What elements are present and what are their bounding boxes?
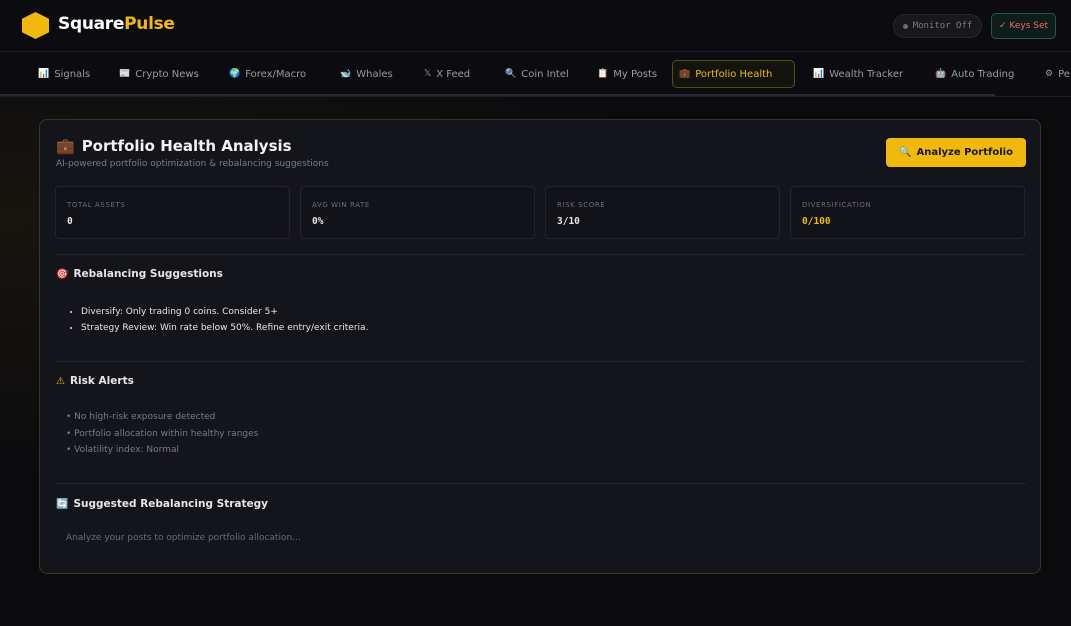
monitor-status-dot-icon xyxy=(902,23,908,29)
stat-risk-score: RISK SCORE 3/10 xyxy=(545,186,780,239)
warning-icon: ⚠ xyxy=(56,375,65,387)
tab-label: Crypto News xyxy=(135,68,199,80)
keys-status-button[interactable]: ✓ Keys Set xyxy=(991,13,1056,39)
stat-value: 0 xyxy=(67,216,73,227)
target-icon: 🎯 xyxy=(56,268,69,280)
nav-tabs: 📊 Signals 📰 Crypto News 🌍 Forex/Macro 🐋 … xyxy=(0,52,1071,97)
stat-total-assets: TOTAL ASSETS 0 xyxy=(55,186,290,239)
globe-icon: 🌍 xyxy=(229,69,241,79)
refresh-icon: 🔄 xyxy=(56,498,69,510)
briefcase-icon: 💼 xyxy=(56,137,75,155)
tab-x-feed[interactable]: 𝕏 X Feed xyxy=(418,60,476,88)
tab-whales[interactable]: 🐋 Whales xyxy=(334,60,399,88)
page-subtitle: AI-powered portfolio optimization & reba… xyxy=(56,159,329,169)
tab-label: Signals xyxy=(54,68,91,80)
list-item: • Volatility index: Normal xyxy=(66,445,179,455)
magnifier-icon: 🔍 xyxy=(899,147,912,158)
robot-icon: 🤖 xyxy=(935,69,947,79)
tab-wealth-tracker[interactable]: 📊 Wealth Tracker xyxy=(807,60,909,88)
tab-forex-macro[interactable]: 🌍 Forex/Macro xyxy=(223,60,312,88)
section-title-text: Risk Alerts xyxy=(69,375,134,387)
top-bar: SquarePulse Monitor Off ✓ Keys Set xyxy=(0,0,1071,52)
nav-scroll-track[interactable] xyxy=(0,94,995,96)
whale-icon: 🐋 xyxy=(340,69,352,79)
tab-label: Portfolio Health xyxy=(695,68,773,80)
magnifier-icon: 🔍 xyxy=(505,69,517,79)
stat-value: 0/100 xyxy=(802,216,831,227)
risk-alerts-heading: ⚠ Risk Alerts xyxy=(56,375,134,387)
brand-name-part1: Square xyxy=(58,14,125,34)
briefcase-icon: 💼 xyxy=(679,69,691,79)
analyze-portfolio-label: Analyze Portfolio xyxy=(916,147,1013,158)
tab-signals[interactable]: 📊 Signals xyxy=(32,60,96,88)
stat-label: TOTAL ASSETS xyxy=(67,201,126,209)
rebalancing-strategy-heading: 🔄 Suggested Rebalancing Strategy xyxy=(56,498,268,510)
page-title: 💼 Portfolio Health Analysis xyxy=(56,137,292,155)
stat-label: RISK SCORE xyxy=(557,201,606,209)
keys-label: ✓ Keys Set xyxy=(998,21,1049,31)
tab-label: X Feed xyxy=(436,68,471,80)
stat-value: 3/10 xyxy=(557,216,580,227)
chart-icon: 📊 xyxy=(813,69,825,79)
suggestion-text: Win rate below 50%. Refine entry/exit cr… xyxy=(157,323,369,333)
tab-partial[interactable]: ⚙ Pe xyxy=(1039,60,1071,88)
suggestion-bold: Diversify: xyxy=(81,307,123,317)
stat-diversification: DIVERSIFICATION 0/100 xyxy=(790,186,1025,239)
suggestion-text: Only trading 0 coins. Consider 5+ xyxy=(122,307,278,317)
chart-icon: 📊 xyxy=(38,69,50,79)
tab-auto-trading[interactable]: 🤖 Auto Trading xyxy=(929,60,1020,88)
tab-portfolio-health[interactable]: 💼 Portfolio Health xyxy=(672,60,795,88)
analyze-portfolio-button[interactable]: 🔍 Analyze Portfolio xyxy=(886,138,1026,167)
tab-my-posts[interactable]: 📋 My Posts xyxy=(591,60,663,88)
clipboard-icon: 📋 xyxy=(597,69,609,79)
stat-label: DIVERSIFICATION xyxy=(802,201,872,209)
tab-label: Whales xyxy=(356,68,393,80)
section-title-text: Suggested Rebalancing Strategy xyxy=(73,498,268,510)
tab-crypto-news[interactable]: 📰 Crypto News xyxy=(113,60,205,88)
portfolio-health-card: 💼 Portfolio Health Analysis AI-powered p… xyxy=(39,119,1041,574)
list-item: • Portfolio allocation within healthy ra… xyxy=(66,428,259,439)
newspaper-icon: 📰 xyxy=(119,69,131,79)
strategy-placeholder: Analyze your posts to optimize portfolio… xyxy=(66,533,301,543)
monitor-label: Monitor Off xyxy=(912,21,973,31)
tab-label: My Posts xyxy=(613,68,658,80)
stat-label: AVG WIN RATE xyxy=(312,201,370,209)
logo-hexagon-icon xyxy=(22,12,49,39)
divider xyxy=(56,361,1026,362)
monitor-toggle[interactable]: Monitor Off xyxy=(893,14,982,38)
tab-label: Forex/Macro xyxy=(245,68,307,80)
risk-alerts-list: • No high-risk exposure detected • Portf… xyxy=(66,409,258,459)
page-title-text: Portfolio Health Analysis xyxy=(81,137,292,155)
list-item: Diversify: Only trading 0 coins. Conside… xyxy=(81,304,368,320)
stat-value: 0% xyxy=(312,216,324,227)
list-item: • No high-risk exposure detected xyxy=(66,412,216,422)
suggestion-bold: Strategy Review: xyxy=(81,323,158,333)
tab-label: Wealth Tracker xyxy=(829,68,904,80)
tab-label: Pe xyxy=(1058,68,1070,80)
stat-avg-win-rate: AVG WIN RATE 0% xyxy=(300,186,535,239)
brand-name-part2: Pulse xyxy=(124,14,175,34)
tab-coin-intel[interactable]: 🔍 Coin Intel xyxy=(499,60,575,88)
tab-label: Auto Trading xyxy=(951,68,1015,80)
divider xyxy=(56,254,1026,255)
tab-label: Coin Intel xyxy=(521,68,569,80)
list-item: Strategy Review: Win rate below 50%. Ref… xyxy=(81,320,368,336)
rebalancing-suggestions-heading: 🎯 Rebalancing Suggestions xyxy=(56,268,223,280)
brand-name: SquarePulse xyxy=(58,14,175,34)
gear-icon: ⚙ xyxy=(1045,69,1054,79)
x-logo-icon: 𝕏 xyxy=(424,69,432,79)
divider xyxy=(56,483,1026,484)
rebalancing-suggestions-list: Diversify: Only trading 0 coins. Conside… xyxy=(81,304,368,336)
section-title-text: Rebalancing Suggestions xyxy=(73,268,223,280)
